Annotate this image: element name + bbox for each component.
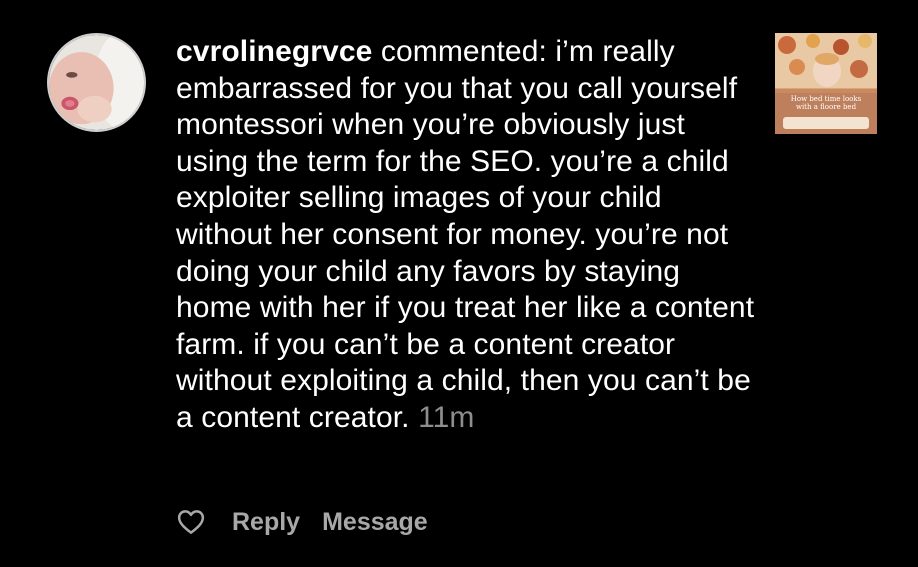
thumbnail-image <box>775 33 877 134</box>
comment-action-text: commented: <box>380 35 547 68</box>
message-button[interactable]: Message <box>322 508 428 537</box>
thumbnail-caption: How bed time looks with a floore bed <box>790 95 862 111</box>
reply-button[interactable]: Reply <box>232 508 300 537</box>
heart-outline-icon[interactable] <box>176 507 206 537</box>
post-thumbnail[interactable]: How bed time looks with a floore bed <box>775 33 877 134</box>
comment-body: i’m really embarrassed for you that you … <box>176 35 755 434</box>
comment-actions: Reply Message <box>176 502 428 542</box>
avatar[interactable] <box>47 33 146 132</box>
comment-timestamp: 11m <box>418 400 475 434</box>
avatar-photo <box>49 35 144 130</box>
comment-username[interactable]: cvrolinegrvce <box>176 35 372 68</box>
comment-text: cvrolinegrvce commented: i’m really emba… <box>176 34 756 437</box>
